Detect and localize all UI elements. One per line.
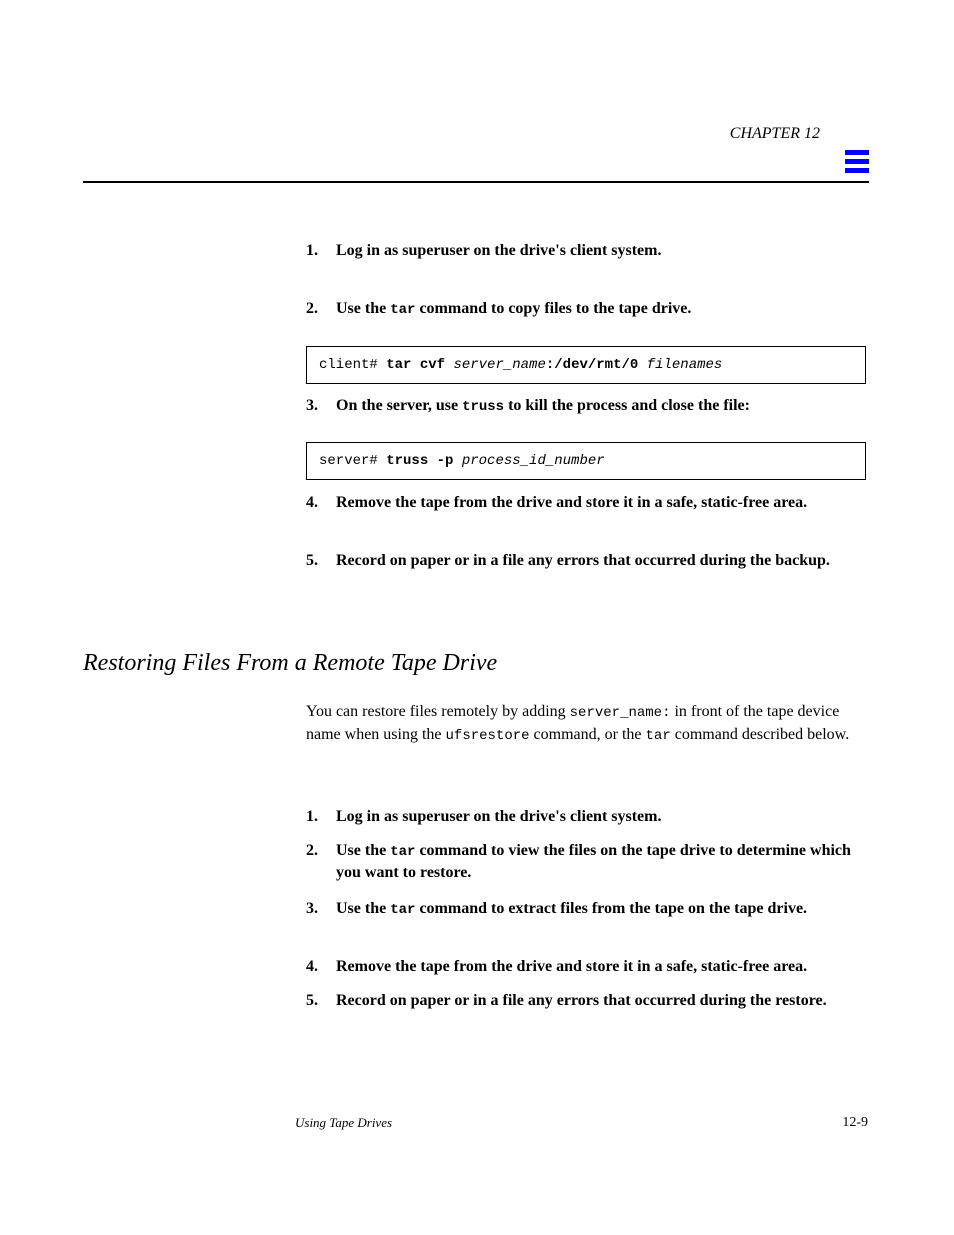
step-text: Record on paper or in a file any errors … <box>336 550 856 572</box>
restore-intro-paragraph: You can restore files remotely by adding… <box>306 700 866 747</box>
footer-title: Using Tape Drives <box>295 1115 392 1131</box>
step-text: On the server, use truss to kill the pro… <box>336 395 856 417</box>
command-text: client# tar cvf server_name:/dev/rmt/0 f… <box>319 357 722 373</box>
step-text: Use the tar command to view the files on… <box>336 840 856 883</box>
command-box-1: client# tar cvf server_name:/dev/rmt/0 f… <box>306 346 866 384</box>
step-3: 3. On the server, use truss to kill the … <box>306 395 866 417</box>
step-text: Use the tar command to copy files to the… <box>336 298 856 320</box>
command-text: server# truss -p process_id_number <box>319 453 605 469</box>
step-1: 1. Log in as superuser on the drive's cl… <box>306 240 866 262</box>
chapter-label: CHAPTER 12 <box>700 125 820 143</box>
header-rule <box>83 181 869 183</box>
step-text: Log in as superuser on the drive's clien… <box>336 240 856 262</box>
restore-step-4: 4. Remove the tape from the drive and st… <box>306 956 866 978</box>
page-root: CHAPTER 12 1. Log in as superuser on the… <box>0 0 954 1235</box>
section-heading-restoring: Restoring Files From a Remote Tape Drive <box>83 650 497 677</box>
step-number: 5. <box>306 990 332 1012</box>
command-box-2: server# truss -p process_id_number <box>306 442 866 480</box>
step-text: Remove the tape from the drive and store… <box>336 956 856 978</box>
footer-page-number: 12-9 <box>842 1115 868 1131</box>
step-number: 2. <box>306 840 332 862</box>
step-4: 4. Remove the tape from the drive and st… <box>306 492 866 514</box>
step-number: 3. <box>306 395 332 417</box>
menu-icon[interactable] <box>845 150 869 174</box>
restore-step-5: 5. Record on paper or in a file any erro… <box>306 990 866 1012</box>
step-text: Record on paper or in a file any errors … <box>336 990 856 1012</box>
restore-step-1: 1. Log in as superuser on the drive's cl… <box>306 806 866 828</box>
step-5: 5. Record on paper or in a file any erro… <box>306 550 866 572</box>
step-number: 1. <box>306 240 332 262</box>
restore-step-2: 2. Use the tar command to view the files… <box>306 840 866 883</box>
step-number: 1. <box>306 806 332 828</box>
step-number: 3. <box>306 898 332 920</box>
step-2: 2. Use the tar command to copy files to … <box>306 298 866 320</box>
step-number: 4. <box>306 492 332 514</box>
step-number: 5. <box>306 550 332 572</box>
step-number: 2. <box>306 298 332 320</box>
restore-step-3: 3. Use the tar command to extract files … <box>306 898 866 920</box>
step-text: Log in as superuser on the drive's clien… <box>336 806 856 828</box>
step-text: Remove the tape from the drive and store… <box>336 492 856 514</box>
step-text: Use the tar command to extract files fro… <box>336 898 856 920</box>
step-number: 4. <box>306 956 332 978</box>
